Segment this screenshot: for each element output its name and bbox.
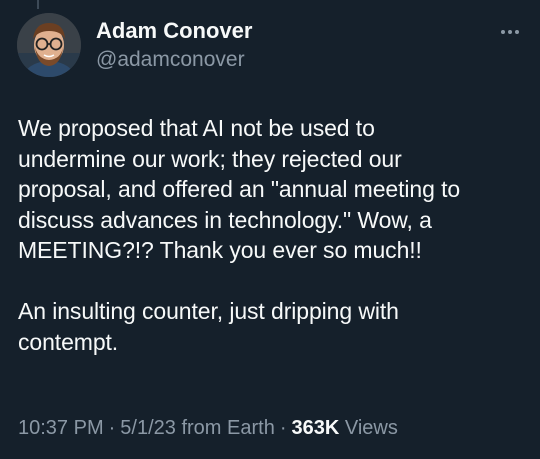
author-handle[interactable]: @adamconover bbox=[96, 47, 245, 73]
ellipsis-horizontal-icon bbox=[501, 30, 519, 34]
tweet-time[interactable]: 10:37 PM bbox=[18, 417, 104, 439]
author-display-name[interactable]: Adam Conover bbox=[96, 18, 252, 44]
avatar[interactable] bbox=[17, 13, 81, 77]
profile-photo-icon bbox=[17, 13, 81, 77]
views-label: Views bbox=[344, 417, 398, 439]
tweet-text: We proposed that AI not be used to under… bbox=[18, 113, 528, 357]
meta-separator: · bbox=[279, 417, 287, 439]
more-options-button[interactable] bbox=[494, 22, 526, 42]
views-count[interactable]: 363K bbox=[291, 417, 339, 439]
tweet-source: from Earth bbox=[181, 417, 275, 439]
meta-separator: · bbox=[108, 417, 116, 439]
tweet-date[interactable]: 5/1/23 bbox=[120, 417, 176, 439]
tweet-paragraph: An insulting counter, just dripping with… bbox=[18, 298, 399, 355]
tweet-paragraph: We proposed that AI not be used to under… bbox=[18, 115, 461, 263]
tweet-metadata: 10:37 PM · 5/1/23 from Earth · 363K Views bbox=[18, 414, 398, 442]
thread-connector-line bbox=[37, 0, 39, 9]
